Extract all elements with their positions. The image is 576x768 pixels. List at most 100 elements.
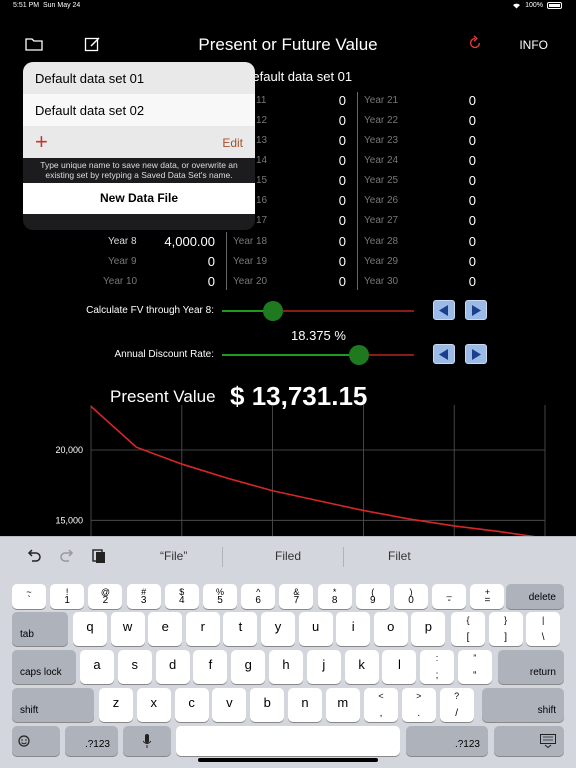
key-0[interactable]: ) 0: [394, 584, 428, 609]
key-i[interactable]: i: [336, 612, 371, 646]
key-x[interactable]: x: [136, 688, 171, 722]
cell-value[interactable]: 0: [300, 193, 346, 208]
delete-key[interactable]: delete: [506, 584, 564, 609]
cell-value[interactable]: 0: [150, 274, 215, 289]
space-bar[interactable]: [176, 726, 400, 756]
fv-increment-button[interactable]: [465, 300, 487, 320]
data-set-item[interactable]: Default data set 01: [23, 62, 255, 94]
emoji-key[interactable]: [12, 726, 60, 756]
key-r[interactable]: r: [185, 612, 220, 646]
key-[[interactable]: {[: [451, 612, 485, 646]
key-9[interactable]: (9: [355, 584, 390, 609]
cell-value[interactable]: 0: [300, 254, 346, 269]
edit-button[interactable]: Edit: [222, 136, 243, 150]
dictation-key[interactable]: [123, 726, 171, 756]
cell-value[interactable]: 0: [300, 133, 346, 148]
key-punct[interactable]: >.: [401, 688, 436, 722]
paste-icon[interactable]: [91, 548, 107, 564]
cell-value[interactable]: 0: [300, 213, 346, 228]
return-key[interactable]: return: [498, 650, 564, 684]
cell-value[interactable]: 0: [430, 254, 476, 269]
rate-increment-button[interactable]: [465, 344, 487, 364]
redo-icon[interactable]: [59, 549, 75, 563]
fv-slider-thumb[interactable]: [263, 301, 283, 321]
key-q[interactable]: q: [73, 612, 107, 646]
key-3[interactable]: #3: [126, 584, 161, 609]
key-n[interactable]: n: [288, 688, 322, 722]
key-o[interactable]: o: [373, 612, 408, 646]
key-z[interactable]: z: [99, 688, 133, 722]
cell-value[interactable]: 0: [430, 193, 476, 208]
key-6[interactable]: ^ 6: [241, 584, 276, 609]
key-punct[interactable]: ” “: [457, 650, 492, 684]
key-punct[interactable]: :;: [420, 650, 454, 684]
key-4[interactable]: $4: [164, 584, 199, 609]
shift-key-left[interactable]: shift: [12, 688, 94, 722]
key-8[interactable]: * 8: [317, 584, 352, 609]
hide-keyboard-key[interactable]: [494, 726, 564, 756]
key-k[interactable]: k: [344, 650, 379, 684]
suggestion-item[interactable]: Filed: [275, 549, 301, 563]
cell-value[interactable]: 0: [300, 113, 346, 128]
refresh-icon[interactable]: [466, 35, 484, 51]
cell-value[interactable]: 0: [430, 213, 476, 228]
cell-value[interactable]: 0: [300, 173, 346, 188]
key-\[interactable]: | \: [526, 612, 561, 646]
cell-value[interactable]: 4,000.00: [150, 234, 215, 249]
cell-value[interactable]: 0: [430, 234, 476, 249]
data-set-item[interactable]: Default data set 02: [23, 94, 255, 126]
suggestion-item[interactable]: “File”: [160, 549, 187, 563]
numbers-key-right[interactable]: .?123: [406, 726, 488, 756]
cell-value[interactable]: 0: [300, 93, 346, 108]
key-5[interactable]: % 5: [203, 584, 237, 609]
cell-value[interactable]: 0: [430, 133, 476, 148]
key-u[interactable]: u: [298, 612, 333, 646]
cell-value[interactable]: 0: [430, 173, 476, 188]
key-f[interactable]: f: [193, 650, 228, 684]
key-y[interactable]: y: [261, 612, 295, 646]
key-a[interactable]: a: [80, 650, 114, 684]
key-l[interactable]: l: [382, 650, 417, 684]
caps-lock-key[interactable]: caps lock: [12, 650, 76, 684]
key-b[interactable]: b: [250, 688, 285, 722]
cell-value[interactable]: 0: [300, 153, 346, 168]
add-icon[interactable]: +: [35, 129, 48, 155]
key-1[interactable]: ! 1: [50, 584, 85, 609]
key-s[interactable]: s: [117, 650, 152, 684]
fv-decrement-button[interactable]: [433, 300, 455, 320]
numbers-key[interactable]: .?123: [65, 726, 118, 756]
rate-slider-thumb[interactable]: [349, 345, 369, 365]
rate-decrement-button[interactable]: [433, 344, 455, 364]
key-w[interactable]: w: [110, 612, 145, 646]
cell-value[interactable]: 0: [430, 274, 476, 289]
key-e[interactable]: e: [148, 612, 183, 646]
cell-value[interactable]: 0: [300, 234, 346, 249]
cell-value[interactable]: 0: [430, 153, 476, 168]
key-punct[interactable]: ? /: [439, 688, 474, 722]
key-2[interactable]: @2: [88, 584, 123, 609]
key-v[interactable]: v: [212, 688, 247, 722]
key-][interactable]: }]: [488, 612, 523, 646]
key-p[interactable]: p: [411, 612, 446, 646]
key-m[interactable]: m: [325, 688, 360, 722]
key-d[interactable]: d: [155, 650, 190, 684]
key-`[interactable]: ~ `: [12, 584, 46, 609]
key-c[interactable]: c: [174, 688, 209, 722]
cell-value[interactable]: 0: [430, 93, 476, 108]
key--[interactable]: _ -: [432, 584, 467, 609]
new-data-file-button[interactable]: New Data File: [23, 183, 255, 214]
key-g[interactable]: g: [231, 650, 266, 684]
key-j[interactable]: j: [306, 650, 341, 684]
info-button[interactable]: INFO: [519, 38, 548, 52]
tab-key[interactable]: tab: [12, 612, 68, 646]
undo-icon[interactable]: [26, 549, 42, 563]
key-h[interactable]: h: [269, 650, 303, 684]
cell-value[interactable]: 0: [430, 113, 476, 128]
key-7[interactable]: & 7: [279, 584, 314, 609]
key-punct[interactable]: <,: [364, 688, 398, 722]
key-=[interactable]: + =: [470, 584, 505, 609]
shift-key-right[interactable]: shift: [482, 688, 564, 722]
suggestion-item[interactable]: Filet: [388, 549, 411, 563]
cell-value[interactable]: 0: [150, 254, 215, 269]
cell-value[interactable]: 0: [300, 274, 346, 289]
